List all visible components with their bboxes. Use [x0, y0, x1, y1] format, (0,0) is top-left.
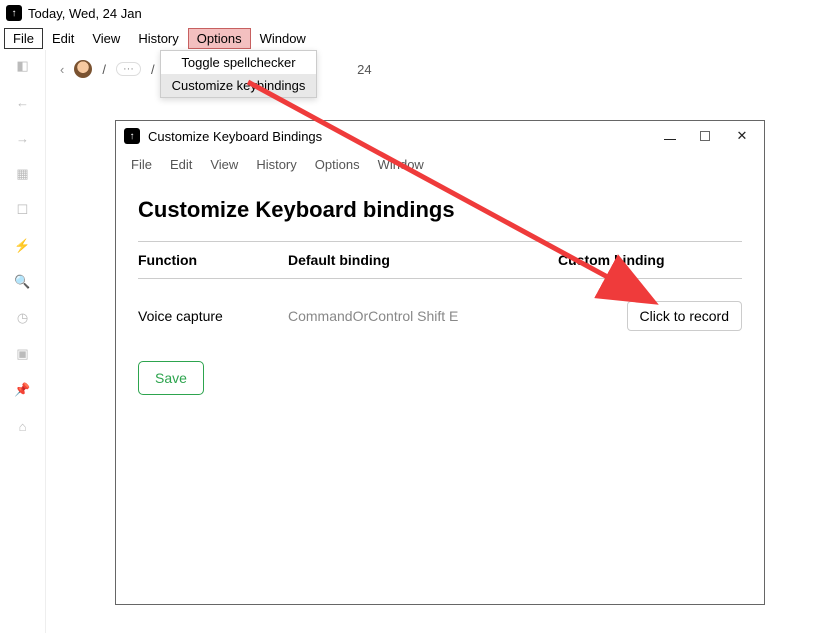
dialog-menu-edit[interactable]: Edit: [161, 154, 201, 175]
table-header: Function Default binding Custom binding: [138, 241, 742, 279]
menu-file[interactable]: File: [4, 28, 43, 49]
search-icon[interactable]: 🔍: [13, 272, 33, 292]
arrow-right-icon[interactable]: →: [13, 128, 33, 148]
menu-edit[interactable]: Edit: [43, 28, 83, 49]
avatar[interactable]: [74, 60, 92, 78]
sidebar: ◧ ← → ▦ ☐ ⚡ 🔍 ◷ ▣ 📌 ⌂: [0, 50, 46, 633]
dialog-menu-window[interactable]: Window: [369, 154, 433, 175]
breadcrumb-slash: /: [102, 62, 106, 77]
options-dropdown: Toggle spellchecker Customize keybinding…: [160, 50, 317, 98]
inbox-icon[interactable]: ☐: [13, 200, 33, 220]
dropdown-customize-keybindings[interactable]: Customize keybindings: [161, 74, 316, 97]
row-default-binding: CommandOrControl Shift E: [288, 308, 558, 324]
dialog-title: Customize Keyboard Bindings: [148, 129, 322, 144]
dialog-menu-file[interactable]: File: [122, 154, 161, 175]
dialog-heading: Customize Keyboard bindings: [138, 197, 742, 223]
clock-icon[interactable]: ◷: [13, 308, 33, 328]
app-icon: ↑: [6, 5, 22, 21]
header-default-binding: Default binding: [288, 252, 558, 268]
dialog-menu-view[interactable]: View: [201, 154, 247, 175]
menu-options[interactable]: Options: [188, 28, 251, 49]
keybindings-dialog: ↑ Customize Keyboard Bindings ✕ File Edi…: [115, 120, 765, 605]
menu-view[interactable]: View: [83, 28, 129, 49]
save-button[interactable]: Save: [138, 361, 204, 395]
chevron-left-icon[interactable]: ‹: [60, 62, 64, 77]
dropdown-toggle-spellchecker[interactable]: Toggle spellchecker: [161, 51, 316, 74]
main-window-title: Today, Wed, 24 Jan: [28, 6, 142, 21]
dialog-titlebar[interactable]: ↑ Customize Keyboard Bindings ✕: [116, 121, 764, 151]
drawer-icon[interactable]: ⌂: [13, 416, 33, 436]
header-custom-binding: Custom binding: [558, 252, 742, 268]
window-controls: ✕: [664, 128, 750, 144]
date-fragment: 24: [357, 62, 371, 77]
minimize-button[interactable]: [664, 139, 676, 140]
save-icon[interactable]: ▣: [13, 344, 33, 364]
click-to-record-button[interactable]: Click to record: [627, 301, 742, 331]
panel-icon[interactable]: ◧: [13, 56, 33, 76]
main-menubar: File Edit View History Options Window: [0, 26, 832, 50]
header-function: Function: [138, 252, 288, 268]
breadcrumb-slash-2: /: [151, 62, 155, 77]
menu-history[interactable]: History: [129, 28, 187, 49]
ellipsis-icon[interactable]: ···: [116, 62, 141, 76]
table-row: Voice capture CommandOrControl Shift E C…: [138, 279, 742, 345]
bolt-icon[interactable]: ⚡: [13, 236, 33, 256]
maximize-button[interactable]: [700, 131, 710, 141]
dialog-menu-history[interactable]: History: [247, 154, 305, 175]
menu-window[interactable]: Window: [251, 28, 315, 49]
dialog-app-icon: ↑: [124, 128, 140, 144]
calendar-icon[interactable]: ▦: [13, 164, 33, 184]
dialog-menu-options[interactable]: Options: [306, 154, 369, 175]
row-function-label: Voice capture: [138, 308, 288, 324]
main-titlebar: ↑ Today, Wed, 24 Jan: [0, 0, 832, 26]
arrow-left-icon[interactable]: ←: [13, 92, 33, 112]
dialog-menubar: File Edit View History Options Window: [116, 151, 764, 177]
close-button[interactable]: ✕: [734, 128, 750, 144]
pin-icon[interactable]: 📌: [13, 380, 33, 400]
dialog-body: Customize Keyboard bindings Function Def…: [116, 177, 764, 409]
